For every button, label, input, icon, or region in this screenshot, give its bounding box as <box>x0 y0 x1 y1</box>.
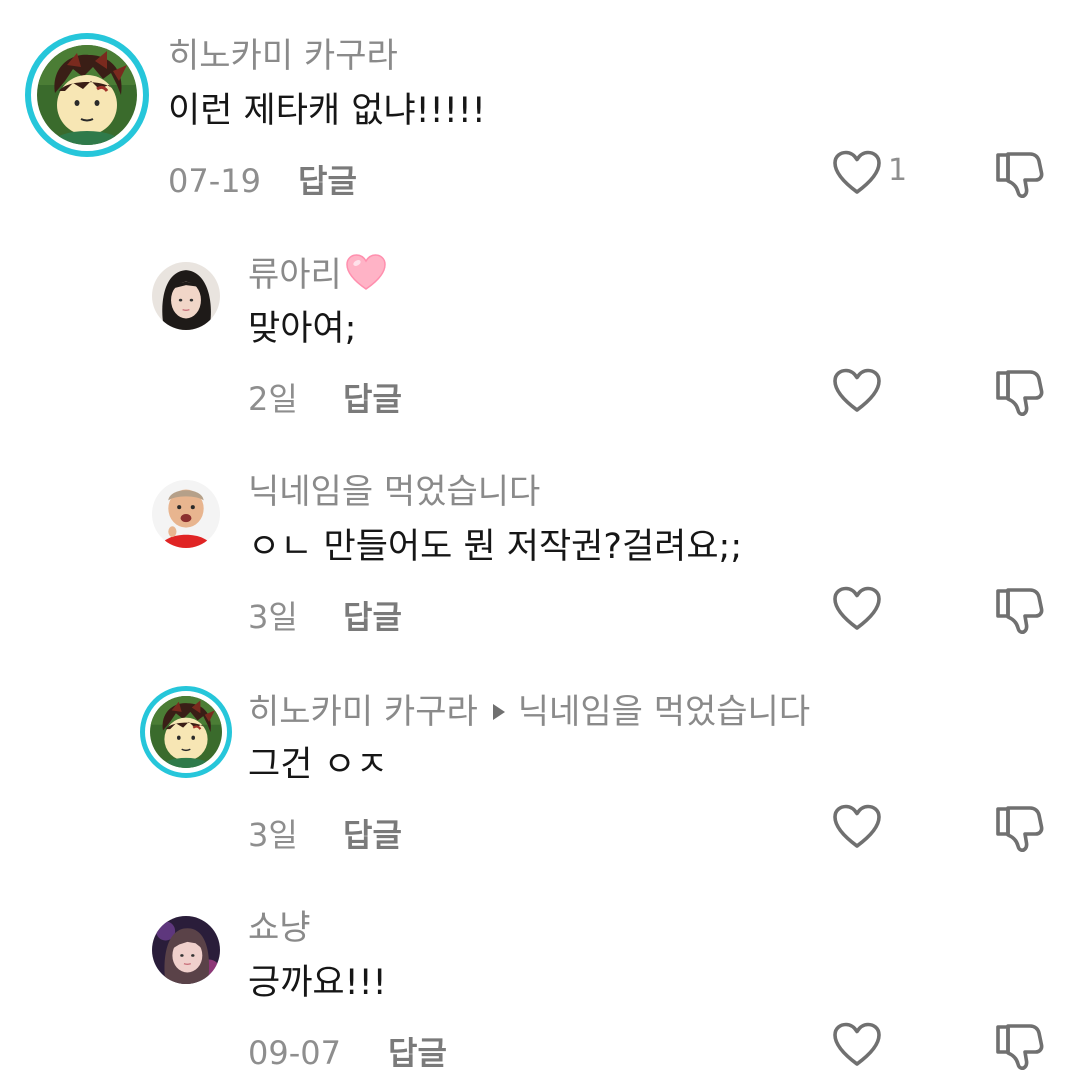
thumbs-down-outline-icon[interactable] <box>994 586 1044 636</box>
comment-text: 맞아여; <box>248 309 357 349</box>
comment-date: 09-07 <box>248 1034 341 1072</box>
comment-author[interactable]: 히노카미 카구라 닉네임을 먹었습니다 <box>248 690 810 732</box>
reply-button[interactable]: 답글 <box>343 816 402 854</box>
like-count: 1 <box>888 153 908 188</box>
reply-to-name[interactable]: 닉네임을 먹었습니다 <box>518 692 810 732</box>
avatar[interactable] <box>152 262 220 330</box>
comment-author[interactable]: 류아리 <box>248 254 386 301</box>
comment-text: 긍까요!!! <box>248 963 387 1003</box>
girl-photo-avatar-icon <box>152 262 220 330</box>
heart-outline-icon[interactable] <box>832 368 882 414</box>
anime-boy-avatar-icon <box>37 45 137 145</box>
heart-outline-icon[interactable] <box>832 150 882 196</box>
comment-date: 3일 <box>248 598 298 636</box>
thumbs-down-outline-icon[interactable] <box>994 1022 1044 1072</box>
heart-outline-icon[interactable] <box>832 586 882 632</box>
child-photo-avatar-icon <box>152 480 220 548</box>
comment-author[interactable]: 쇼냥 <box>248 908 311 948</box>
comment-date: 3일 <box>248 816 298 854</box>
author-name: 히노카미 카구라 <box>248 692 478 732</box>
avatar[interactable] <box>152 480 220 548</box>
anime-boy-avatar-icon <box>150 696 222 768</box>
comment-author[interactable]: 닉네임을 먹었습니다 <box>248 472 540 512</box>
avatar[interactable] <box>37 45 137 145</box>
thumbs-down-outline-icon[interactable] <box>994 150 1044 200</box>
triangle-right-icon <box>492 690 506 730</box>
reply-button[interactable]: 답글 <box>298 162 357 200</box>
comment-text: 그건 ㅇㅈ <box>248 745 388 785</box>
comment-author[interactable]: 히노카미 카구라 <box>168 36 398 76</box>
girl-photo-avatar-icon <box>152 916 220 984</box>
heart-outline-icon[interactable] <box>832 804 882 850</box>
comment-date: 2일 <box>248 380 298 418</box>
comment-text: ㅇㄴ 만들어도 뭔 저작권?걸려요;; <box>248 527 743 567</box>
pink-heart-icon <box>346 254 386 301</box>
reply-button[interactable]: 답글 <box>343 598 402 636</box>
reply-button[interactable]: 답글 <box>343 380 402 418</box>
comment-text: 이런 제타캐 없냐!!!!! <box>168 91 486 131</box>
comment-date: 07-19 <box>168 162 261 200</box>
thumbs-down-outline-icon[interactable] <box>994 804 1044 854</box>
avatar[interactable] <box>150 696 222 768</box>
heart-outline-icon[interactable] <box>832 1022 882 1068</box>
reply-button[interactable]: 답글 <box>388 1034 447 1072</box>
thumbs-down-outline-icon[interactable] <box>994 368 1044 418</box>
avatar[interactable] <box>152 916 220 984</box>
author-name: 류아리 <box>248 255 342 295</box>
